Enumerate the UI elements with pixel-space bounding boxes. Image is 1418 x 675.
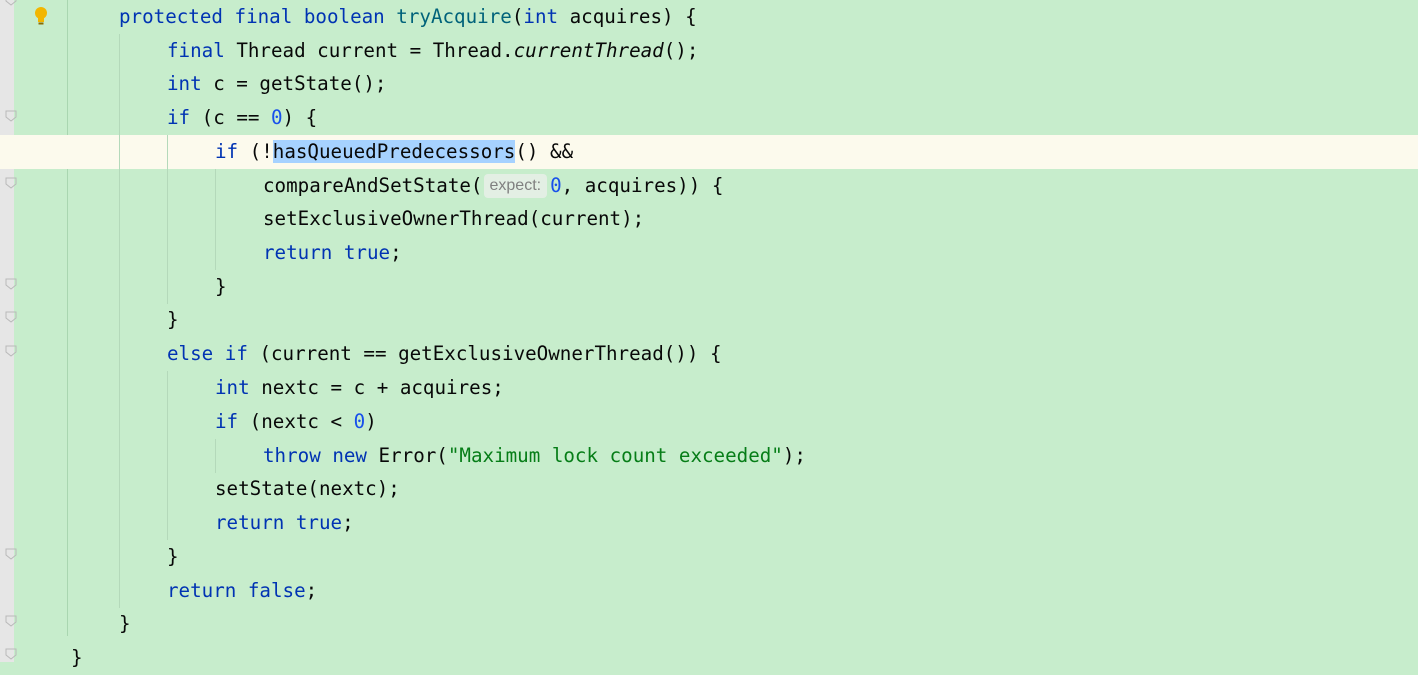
indent-guide <box>119 540 120 574</box>
code-line[interactable]: protected final boolean tryAcquire(int a… <box>0 0 1418 34</box>
code-text[interactable]: return true; <box>215 506 354 540</box>
code-line[interactable]: return true; <box>0 506 1418 540</box>
code-line[interactable]: setState(nextc); <box>0 472 1418 506</box>
code-line[interactable]: setExclusiveOwnerThread(current); <box>0 202 1418 236</box>
indent-guide <box>167 135 168 169</box>
code-text[interactable]: if (c == 0) { <box>167 101 317 135</box>
code-line[interactable]: } <box>0 641 1418 675</box>
code-text[interactable]: final Thread current = Thread.currentThr… <box>167 34 698 68</box>
indent-guide <box>119 439 120 473</box>
code-text[interactable]: int c = getState(); <box>167 67 387 101</box>
indent-guide <box>119 506 120 540</box>
indent-guide <box>119 169 120 203</box>
indent-guide <box>119 202 120 236</box>
indent-guide <box>119 371 120 405</box>
indent-guide <box>119 405 120 439</box>
indent-guide <box>215 439 216 473</box>
fold-marker-icon[interactable] <box>4 0 18 6</box>
indent-guide <box>119 472 120 506</box>
code-text[interactable]: throw new Error("Maximum lock count exce… <box>263 439 806 473</box>
code-text[interactable]: } <box>215 270 227 304</box>
indent-guide <box>119 67 120 101</box>
indent-guide <box>215 236 216 270</box>
code-text[interactable]: setExclusiveOwnerThread(current); <box>263 202 644 236</box>
code-line[interactable]: } <box>0 607 1418 641</box>
code-line[interactable]: return true; <box>0 236 1418 270</box>
fold-marker-icon[interactable] <box>4 548 18 560</box>
code-line[interactable]: return false; <box>0 574 1418 608</box>
indent-guide <box>167 169 168 203</box>
code-text[interactable]: setState(nextc); <box>215 472 400 506</box>
code-line[interactable]: } <box>0 303 1418 337</box>
parameter-hint: expect: <box>483 174 548 198</box>
code-line[interactable]: final Thread current = Thread.currentThr… <box>0 34 1418 68</box>
code-line[interactable]: int c = getState(); <box>0 67 1418 101</box>
code-editor[interactable]: protected final boolean tryAcquire(int a… <box>0 0 1418 669</box>
code-text[interactable]: } <box>167 540 179 574</box>
indent-guide <box>119 135 120 169</box>
code-text[interactable]: protected final boolean tryAcquire(int a… <box>119 0 697 34</box>
indent-guide <box>167 506 168 540</box>
indent-guide <box>119 270 120 304</box>
code-line[interactable]: if (c == 0) { <box>0 101 1418 135</box>
fold-marker-icon[interactable] <box>4 177 18 189</box>
fold-marker-icon[interactable] <box>4 648 18 660</box>
indent-guide <box>167 371 168 405</box>
indent-guide <box>167 270 168 304</box>
code-text[interactable]: } <box>167 303 179 337</box>
code-text[interactable]: return false; <box>167 574 317 608</box>
code-text[interactable]: } <box>119 607 131 641</box>
indent-guide <box>119 101 120 135</box>
code-line[interactable]: } <box>0 540 1418 574</box>
indent-guide <box>167 439 168 473</box>
indent-guide <box>119 236 120 270</box>
fold-marker-icon[interactable] <box>4 110 18 122</box>
indent-guide <box>167 202 168 236</box>
code-line[interactable]: if (nextc < 0) <box>0 405 1418 439</box>
indent-guide <box>215 169 216 203</box>
indent-guide <box>119 34 120 68</box>
code-text[interactable]: if (!hasQueuedPredecessors() && <box>215 135 573 169</box>
code-line[interactable]: int nextc = c + acquires; <box>0 371 1418 405</box>
fold-marker-icon[interactable] <box>4 278 18 290</box>
code-text[interactable]: compareAndSetState(expect: 0, acquires)) … <box>263 169 723 203</box>
code-text[interactable]: else if (current == getExclusiveOwnerThr… <box>167 337 722 371</box>
code-text[interactable]: if (nextc < 0) <box>215 405 377 439</box>
code-line[interactable]: throw new Error("Maximum lock count exce… <box>0 439 1418 473</box>
indent-guide <box>167 236 168 270</box>
code-text[interactable]: int nextc = c + acquires; <box>215 371 504 405</box>
code-line[interactable]: else if (current == getExclusiveOwnerThr… <box>0 337 1418 371</box>
code-line[interactable]: } <box>0 270 1418 304</box>
indent-guide <box>119 337 120 371</box>
indent-guide <box>119 303 120 337</box>
indent-guide <box>119 574 120 608</box>
fold-marker-icon[interactable] <box>4 311 18 323</box>
indent-guide <box>167 472 168 506</box>
fold-marker-icon[interactable] <box>4 615 18 627</box>
indent-guide <box>167 405 168 439</box>
code-text[interactable]: } <box>71 641 83 675</box>
lightbulb-icon[interactable] <box>32 5 50 27</box>
code-line[interactable]: if (!hasQueuedPredecessors() && <box>0 135 1418 169</box>
code-line[interactable]: compareAndSetState(expect: 0, acquires)) … <box>0 169 1418 203</box>
code-text[interactable]: return true; <box>263 236 402 270</box>
fold-marker-icon[interactable] <box>4 345 18 357</box>
indent-guide <box>215 202 216 236</box>
selected-text[interactable]: hasQueuedPredecessors <box>272 140 516 163</box>
